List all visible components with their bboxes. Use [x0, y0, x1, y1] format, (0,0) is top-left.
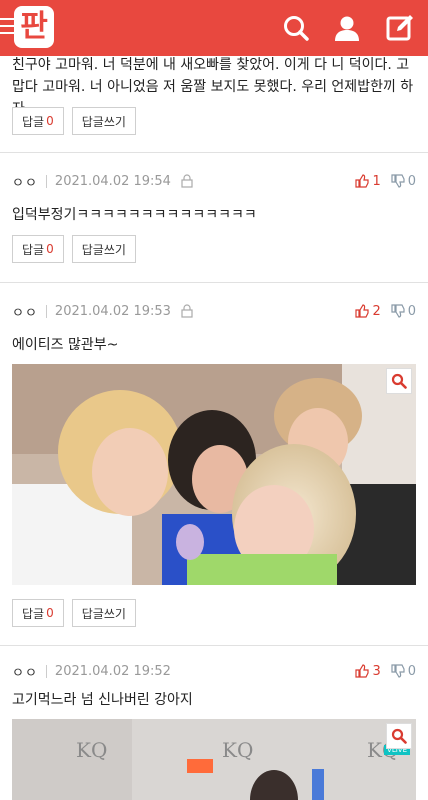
nickname: ㅇㅇ — [12, 175, 38, 191]
reply-button[interactable]: 답글 0 — [12, 599, 64, 627]
upvote-count: 2 — [372, 303, 381, 319]
magnifier-icon — [391, 728, 407, 744]
upvote-count: 1 — [372, 173, 381, 189]
comment-text: 고기먹느라 넘 신나버린 강아지 — [12, 692, 193, 708]
nickname: ㅇㅇ — [12, 665, 38, 681]
upvote-button[interactable]: 3 — [355, 663, 381, 679]
lock-icon — [181, 304, 193, 318]
thumbs-down-icon — [391, 304, 405, 318]
reply-label: 답글 — [22, 606, 45, 621]
upvote-count: 3 — [372, 663, 381, 679]
magnifier-icon — [391, 373, 407, 389]
thumbs-up-icon — [355, 664, 370, 678]
comment-text: 에이티즈 많관부~ — [12, 337, 119, 353]
write-reply-button[interactable]: 답글쓰기 — [71, 235, 136, 263]
thumbs-down-icon — [391, 174, 405, 188]
comment-photo[interactable]: KQ KQ KQ VLIVE — [12, 719, 416, 800]
lock-icon — [181, 174, 193, 188]
downvote-button[interactable]: 0 — [391, 304, 416, 319]
downvote-count: 0 — [407, 663, 416, 679]
write-icon[interactable] — [386, 14, 414, 42]
photo-image — [12, 364, 416, 585]
upvote-button[interactable]: 1 — [355, 173, 381, 189]
comment-item: ㅇㅇ 2021.04.02 19:52 3 0 고기먹느라 넘 신나버린 강아지… — [0, 646, 428, 800]
zoom-button[interactable] — [386, 368, 412, 394]
reply-button[interactable]: 답글 0 — [12, 235, 64, 263]
search-icon[interactable] — [282, 14, 310, 42]
app-header: 판 — [0, 0, 428, 56]
nickname: ㅇㅇ — [12, 305, 38, 321]
downvote-button[interactable]: 0 — [391, 664, 416, 679]
comment-date: 2021.04.02 19:54 — [54, 173, 171, 189]
reply-label: 답글 — [22, 242, 45, 257]
comment-text: 입덕부정기ㅋㅋㅋㅋㅋㅋㅋㅋㅋㅋㅋㅋㅋㅋ — [12, 207, 257, 223]
comment-photo[interactable] — [12, 364, 416, 585]
comment-date: 2021.04.02 19:53 — [54, 303, 171, 319]
thumbs-up-icon — [355, 174, 370, 188]
zoom-button[interactable] — [386, 723, 412, 749]
user-icon[interactable] — [333, 14, 361, 42]
comment-item: ㅇㅇ 2021.04.02 19:54 1 0 입덕부정기ㅋㅋㅋㅋㅋㅋㅋㅋㅋㅋㅋ… — [0, 153, 428, 283]
svg-text:KQ: KQ — [222, 738, 253, 762]
reply-label: 답글 — [22, 114, 45, 129]
downvote-count: 0 — [407, 173, 416, 189]
upvote-button[interactable]: 2 — [355, 303, 381, 319]
write-reply-button[interactable]: 답글쓰기 — [71, 599, 136, 627]
comment-item: ㅇㅇ 2021.04.02 19:53 2 0 에이티즈 많관부~ 답글 0 답… — [0, 283, 428, 646]
comment-date: 2021.04.02 19:52 — [54, 663, 171, 679]
svg-text:KQ: KQ — [76, 738, 107, 762]
downvote-button[interactable]: 0 — [391, 174, 416, 189]
reply-count: 0 — [46, 114, 54, 128]
site-logo[interactable]: 판 — [14, 6, 54, 48]
thumbs-up-icon — [355, 304, 370, 318]
reply-count: 0 — [46, 242, 54, 256]
reply-button[interactable]: 답글 0 — [12, 107, 64, 135]
reply-count: 0 — [46, 606, 54, 620]
photo-image: KQ KQ KQ — [12, 719, 416, 800]
write-reply-button[interactable]: 답글쓰기 — [71, 107, 136, 135]
downvote-count: 0 — [407, 303, 416, 319]
thumbs-down-icon — [391, 664, 405, 678]
